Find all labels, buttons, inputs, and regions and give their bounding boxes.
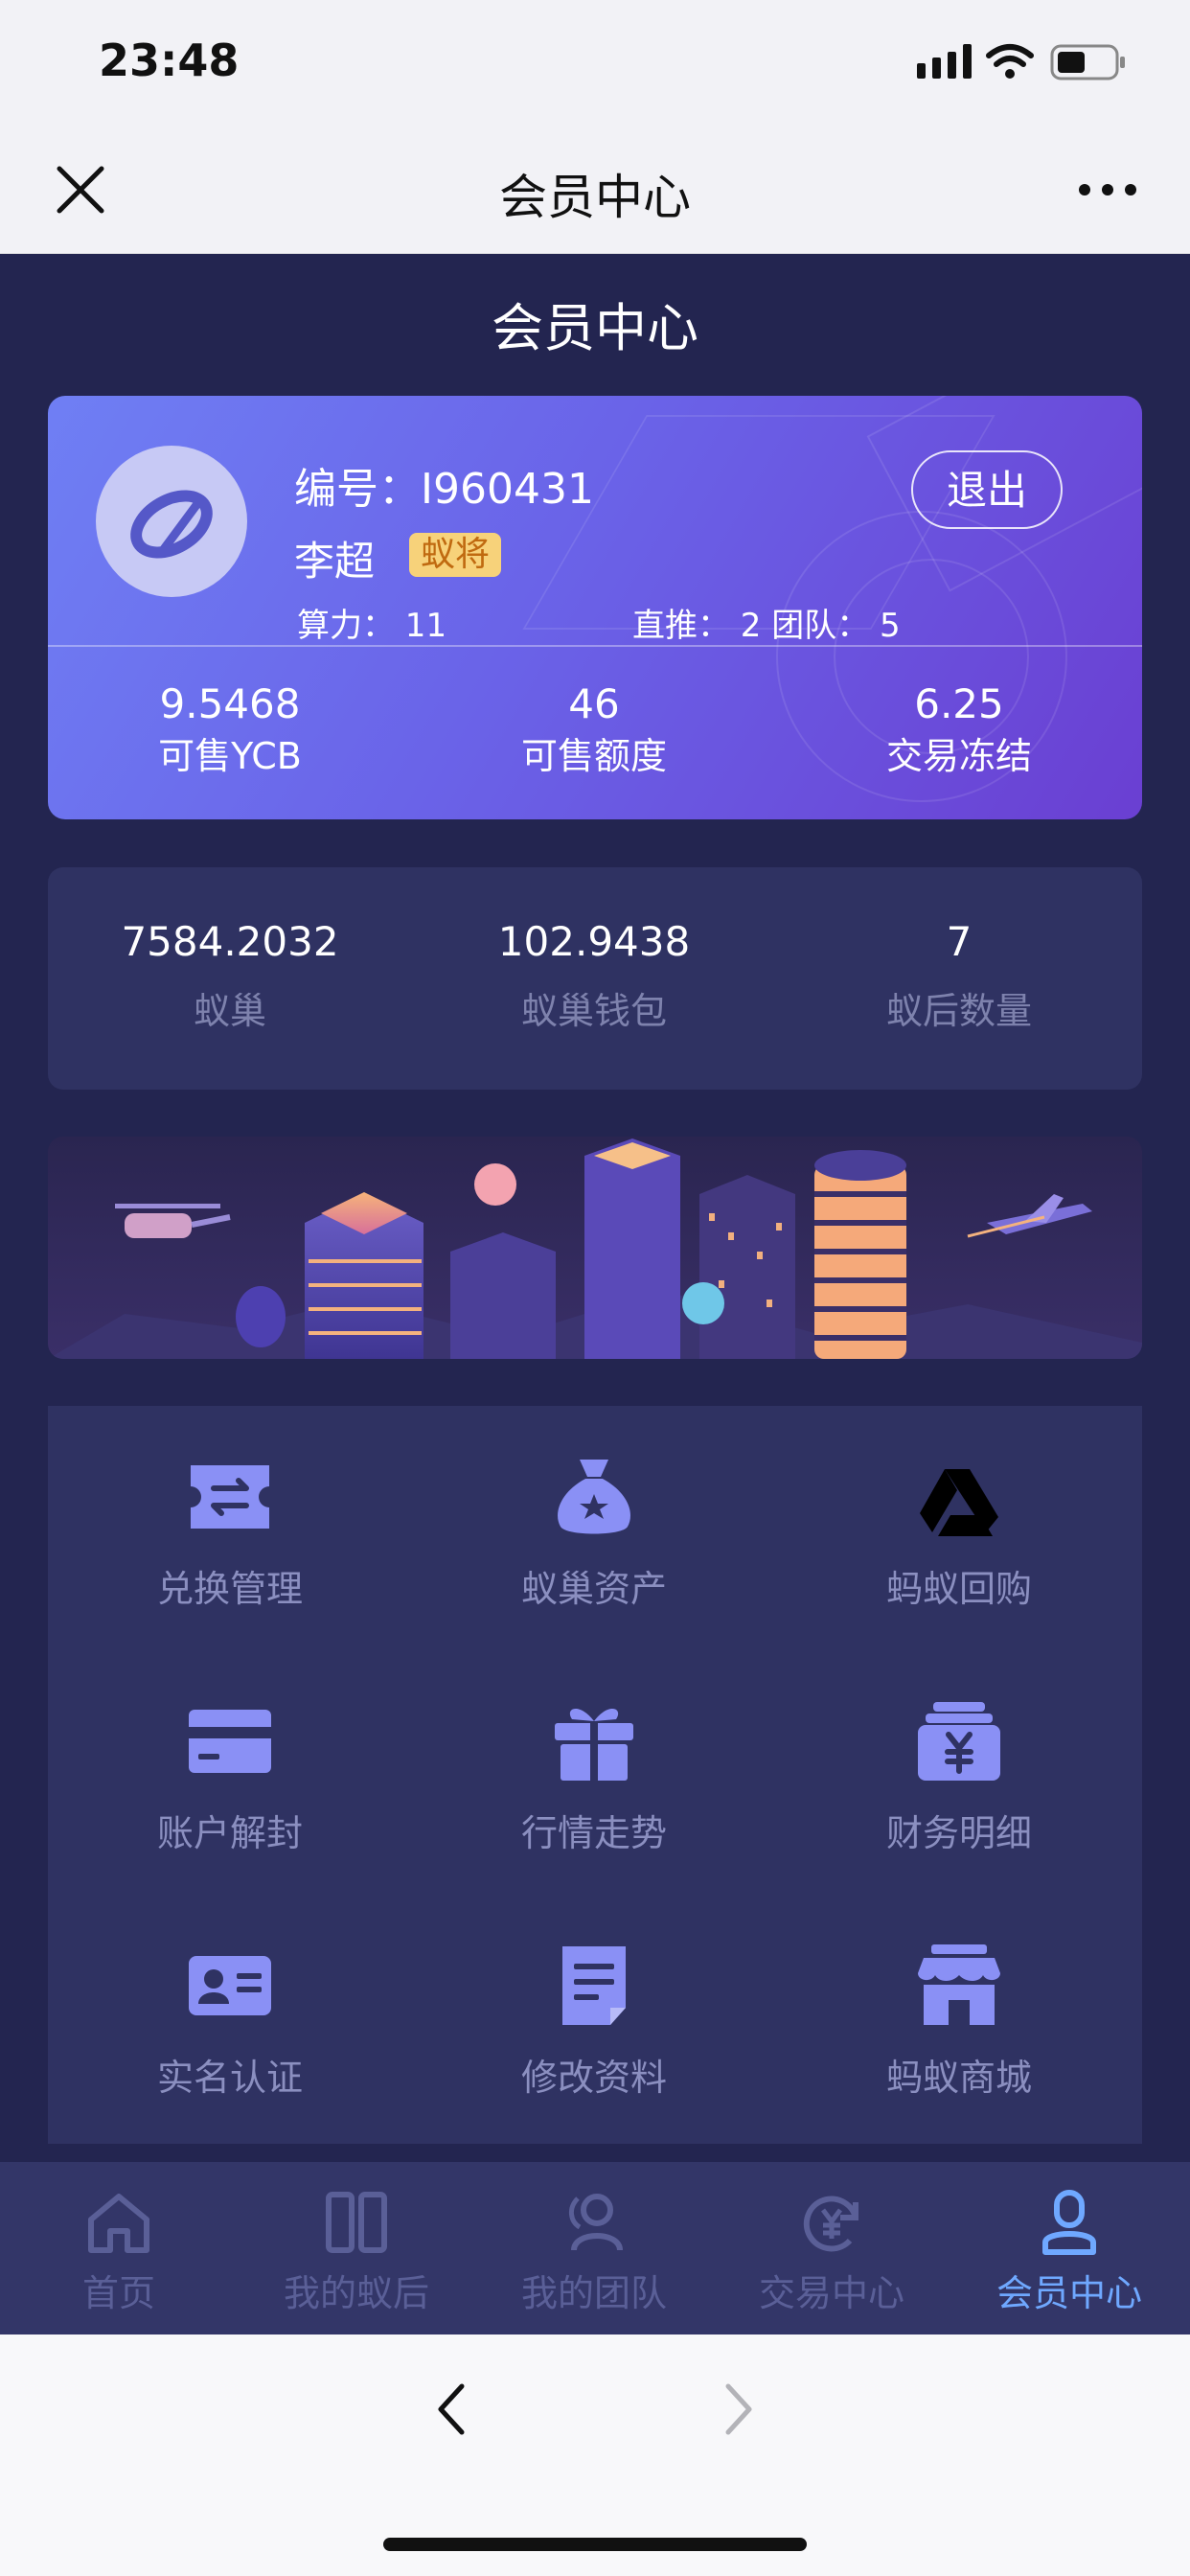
forward-arrow-icon[interactable] xyxy=(719,2380,757,2438)
tab-my-team[interactable]: 我的团队 xyxy=(475,2162,713,2334)
tab-label: 我的团队 xyxy=(520,2272,667,2314)
yuan-cycle-icon xyxy=(803,2196,858,2252)
asset-value: 102.9438 xyxy=(497,918,691,965)
card-divider xyxy=(48,645,1142,647)
tab-home[interactable]: 首页 xyxy=(0,2162,238,2334)
city-illustration xyxy=(48,1137,1142,1359)
avatar xyxy=(96,446,247,597)
more-icon[interactable] xyxy=(1077,182,1138,197)
wifi-icon xyxy=(986,44,1034,79)
asset-value: 7 xyxy=(946,918,973,965)
hashpower: 算力： 11 xyxy=(297,607,447,645)
asset-queen-count[interactable]: 7 蚁后数量 xyxy=(777,918,1141,1035)
home-indicator xyxy=(383,2538,807,2551)
id-card-icon xyxy=(189,1956,271,2015)
menu-label: 蚁巢资产 xyxy=(520,1568,667,1610)
stat-label: 可售额度 xyxy=(520,735,667,777)
stat-trade-frozen: 6.25 交易冻结 xyxy=(777,680,1141,780)
stat-value: 46 xyxy=(568,680,620,727)
tab-trade-center[interactable]: 交易中心 xyxy=(713,2162,950,2334)
team-icon xyxy=(569,2194,623,2251)
gift-icon xyxy=(555,1708,633,1781)
asset-nest[interactable]: 7584.2032 蚁巢 xyxy=(48,918,412,1035)
stat-label: 交易冻结 xyxy=(885,735,1032,777)
user-icon xyxy=(1042,2190,1096,2255)
page-title: 会员中心 xyxy=(492,298,698,358)
money-bag-icon xyxy=(558,1460,630,1534)
menu-item-ant-store[interactable]: 蚂蚁商城 xyxy=(777,1895,1141,2134)
asset-nest-wallet[interactable]: 102.9438 蚁巢钱包 xyxy=(412,918,776,1035)
tab-member-center[interactable]: 会员中心 xyxy=(950,2162,1188,2334)
store-icon xyxy=(918,1944,1000,2025)
team-info: 直推： 2 团队： 5 xyxy=(632,607,901,645)
status-time: 23:48 xyxy=(99,34,240,86)
tab-my-queen[interactable]: 我的蚁后 xyxy=(238,2162,475,2334)
menu-item-account-unlock[interactable]: 账户解封 xyxy=(48,1650,412,1890)
menu-label: 财务明细 xyxy=(885,1812,1032,1854)
stat-sellable-ycb: 9.5468 可售YCB xyxy=(48,680,412,780)
menu-label: 账户解封 xyxy=(156,1812,303,1854)
menu-label: 实名认证 xyxy=(156,2057,303,2099)
drive-triangle-icon xyxy=(920,1469,998,1536)
tab-label: 我的蚁后 xyxy=(283,2272,429,2314)
edit-document-icon xyxy=(562,1946,626,2025)
menu-label: 行情走势 xyxy=(520,1812,667,1854)
logout-button[interactable]: 退出 xyxy=(911,450,1063,529)
battery-icon xyxy=(1050,44,1125,80)
menu-item-buyback[interactable]: 蚂蚁回购 xyxy=(777,1406,1141,1645)
nav-title: 会员中心 xyxy=(499,170,691,225)
columns-icon xyxy=(326,2192,387,2253)
stat-label: 可售YCB xyxy=(158,735,302,777)
member-name: 李超 xyxy=(294,538,376,585)
menu-label: 蚂蚁商城 xyxy=(885,2057,1032,2099)
asset-label: 蚁后数量 xyxy=(885,990,1032,1032)
exchange-icon xyxy=(191,1465,269,1529)
home-icon xyxy=(88,2194,149,2253)
menu-item-market-trend[interactable]: 行情走势 xyxy=(412,1650,776,1890)
stat-value: 9.5468 xyxy=(159,680,301,727)
menu-item-finance-details[interactable]: 财务明细 xyxy=(777,1650,1141,1890)
stat-sellable-amount: 46 可售额度 xyxy=(412,680,776,780)
tab-label: 交易中心 xyxy=(758,2272,904,2314)
back-arrow-icon[interactable] xyxy=(433,2380,471,2438)
asset-label: 蚁巢钱包 xyxy=(520,990,667,1032)
level-badge: 蚁将 xyxy=(409,533,502,577)
menu-label: 蚂蚁回购 xyxy=(885,1568,1032,1610)
menu-label: 修改资料 xyxy=(520,2057,667,2099)
credit-card-icon xyxy=(189,1710,271,1773)
signal-icon xyxy=(917,44,972,79)
city-banner[interactable] xyxy=(48,1137,1142,1359)
member-id: 编号：I960431 xyxy=(294,465,594,514)
logo-icon xyxy=(130,490,213,559)
yuan-box-icon xyxy=(918,1702,1000,1781)
menu-label: 兑换管理 xyxy=(156,1568,303,1610)
asset-value: 7584.2032 xyxy=(121,918,339,965)
menu-item-nest-assets[interactable]: 蚁巢资产 xyxy=(412,1406,776,1645)
menu-item-exchange[interactable]: 兑换管理 xyxy=(48,1406,412,1645)
menu-item-edit-profile[interactable]: 修改资料 xyxy=(412,1895,776,2134)
tab-label: 首页 xyxy=(81,2272,155,2314)
tab-label: 会员中心 xyxy=(995,2272,1142,2314)
menu-item-real-name-auth[interactable]: 实名认证 xyxy=(48,1895,412,2134)
asset-label: 蚁巢 xyxy=(193,990,266,1032)
stat-value: 6.25 xyxy=(914,680,1004,727)
